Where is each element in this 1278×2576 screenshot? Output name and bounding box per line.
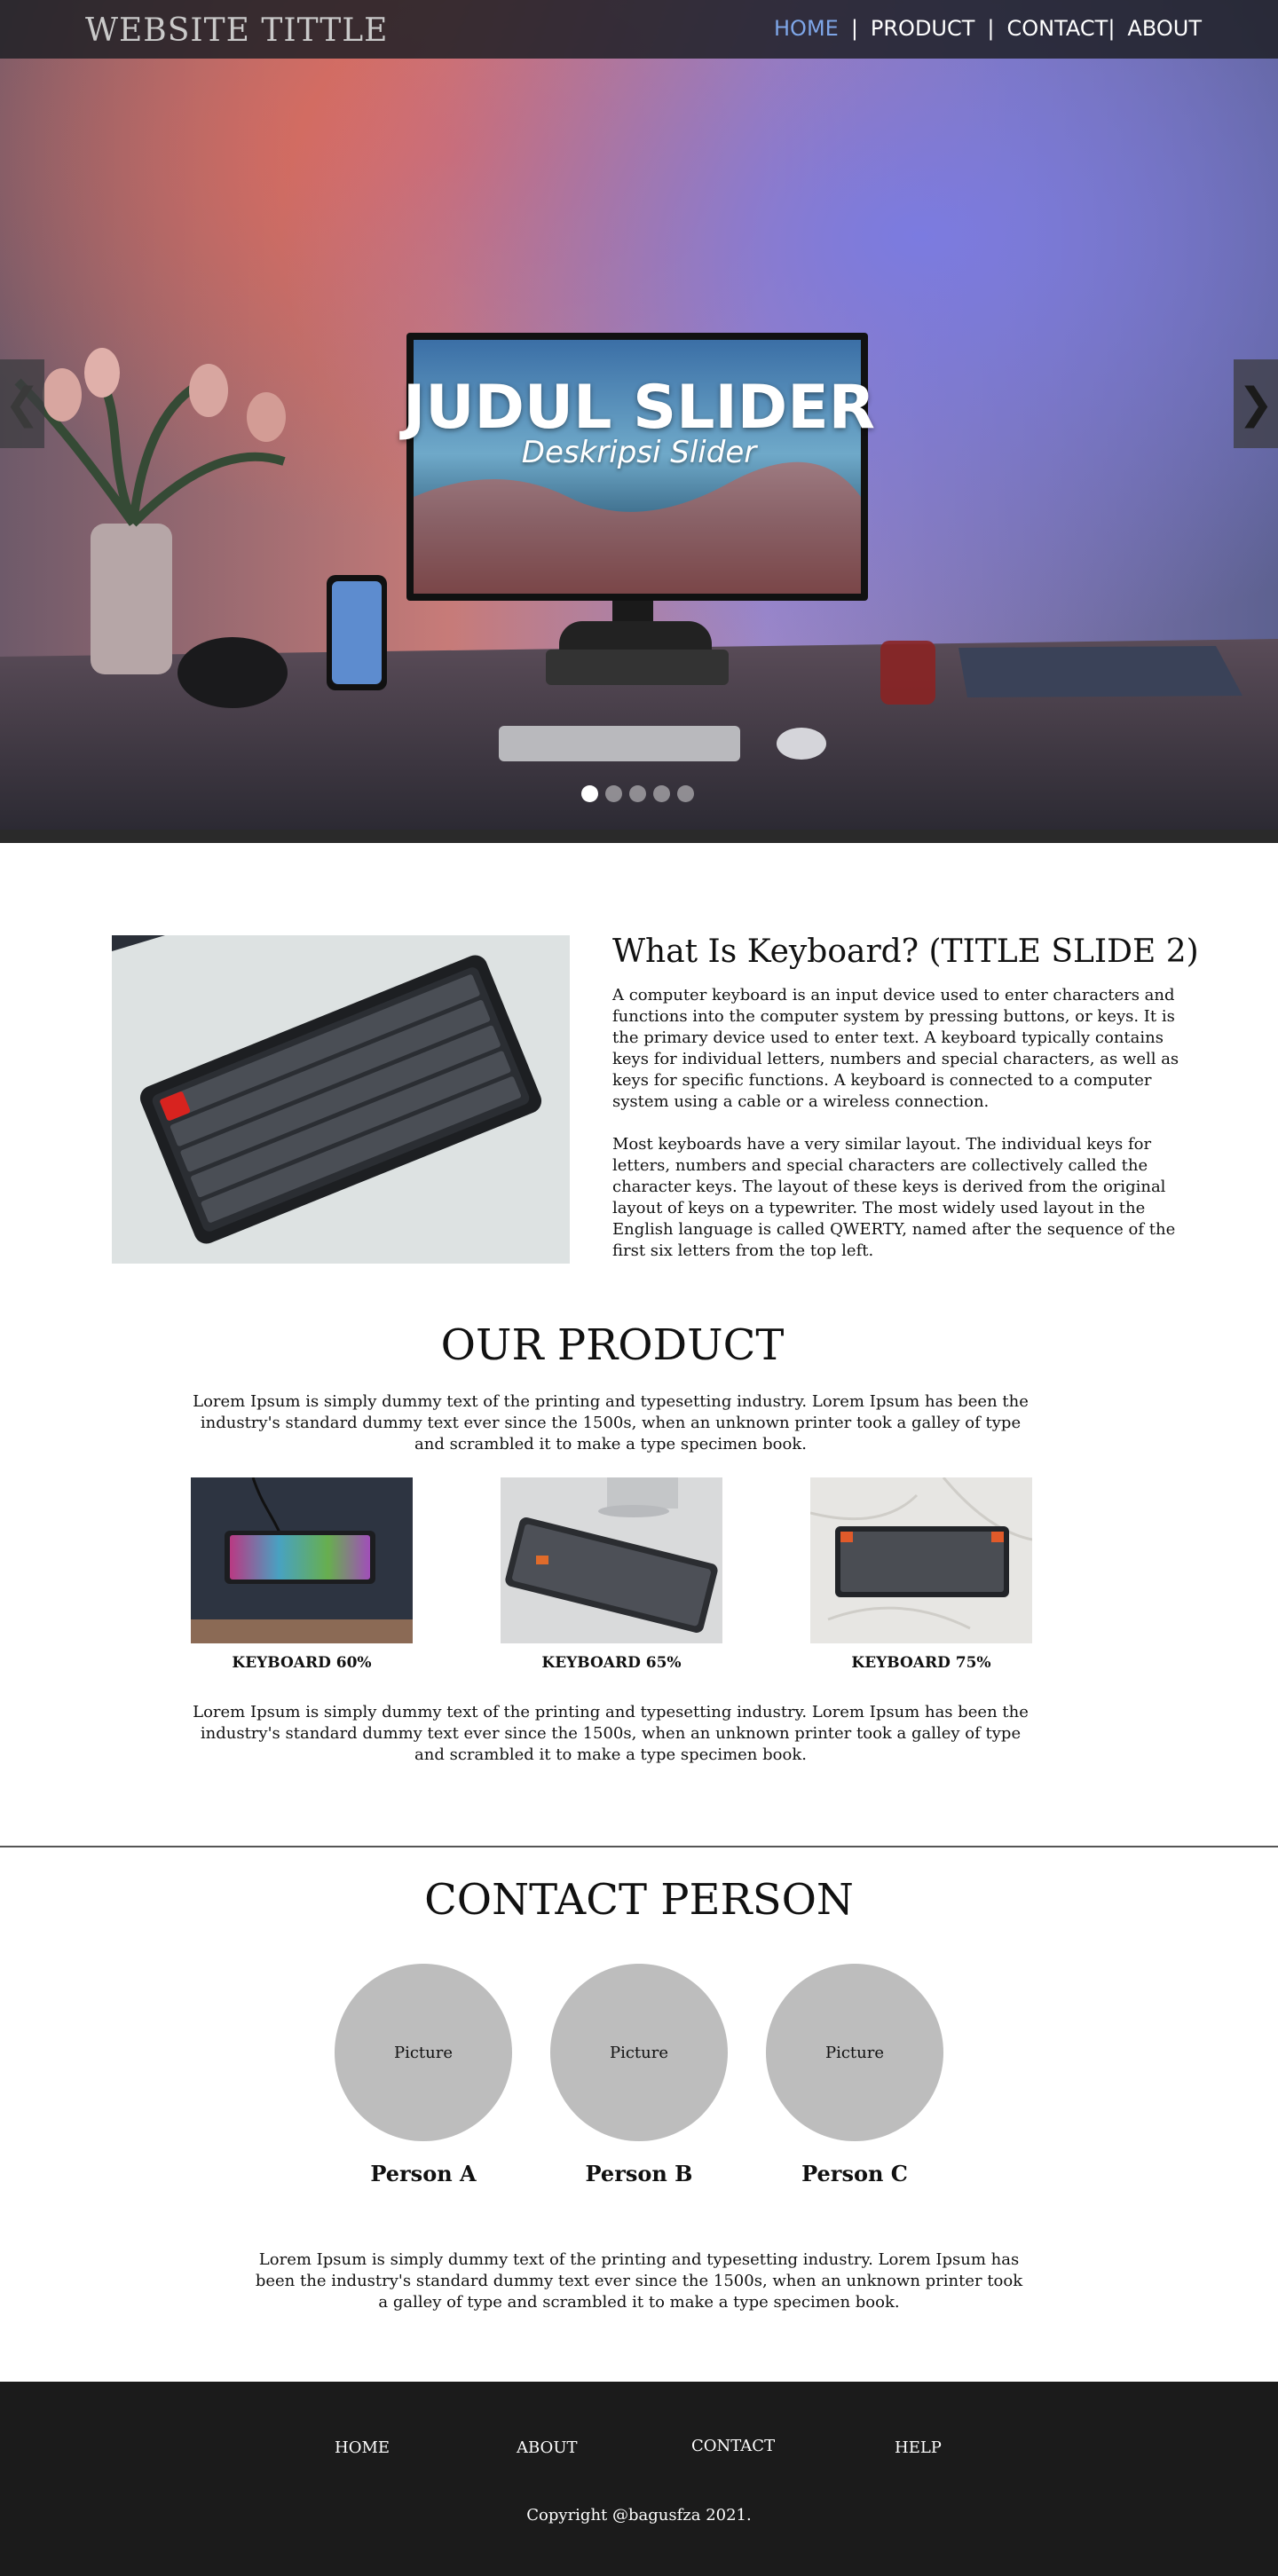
contact-person[interactable]: Picture Person C [766,1964,943,2186]
avatar: Picture [335,1964,512,2141]
product-outro-text: Lorem Ipsum is simply dummy text of the … [193,1703,1029,1764]
product-card[interactable]: KEYBOARD 60% [191,1477,413,1672]
person-name: Person B [585,2161,693,2186]
footer-link-contact[interactable]: CONTACT [691,2437,775,2455]
nav-separator: | [850,16,858,41]
copyright-text: Copyright @bagusfza 2021. [526,2506,752,2525]
nav-link-contact[interactable]: CONTACT [1007,16,1108,41]
footer: HOME ABOUT CONTACT HELP Copyright @bagus… [0,2382,1278,2576]
avatar-label: Picture [393,2043,454,2062]
about-paragraph: A computer keyboard is an input device u… [612,986,1179,1111]
hero-bottom-bar [0,830,1278,843]
section-divider [0,1846,1278,1847]
nav-link-about[interactable]: ABOUT [1127,16,1202,41]
slide-description: Deskripsi Slider [521,435,757,470]
contact-person[interactable]: Picture Person B [550,1964,728,2186]
product-image [501,1477,722,1643]
slider-dot[interactable] [653,785,670,802]
avatar: Picture [766,1964,943,2141]
contact-person[interactable]: Picture Person A [335,1964,512,2186]
nav-separator: | [1108,16,1116,41]
product-card[interactable]: KEYBOARD 65% [501,1477,722,1672]
keyboard-photo [112,935,570,1264]
slide-title: JUDUL SLIDER [402,373,876,443]
avatar-label: Picture [824,2043,885,2062]
product-card[interactable]: KEYBOARD 75% [810,1477,1032,1672]
slider-dots [581,785,694,802]
product-name: KEYBOARD 60% [232,1654,372,1672]
about-title: What Is Keyboard? (TITLE SLIDE 2) [612,934,1199,970]
footer-link-home[interactable]: HOME [335,2438,390,2457]
avatar-label: Picture [609,2043,669,2062]
footer-link-help[interactable]: HELP [895,2438,942,2457]
hero-slider: WEBSITE TITTLE HOME | PRODUCT | CONTACT … [0,0,1278,843]
slider-dot[interactable] [605,785,622,802]
product-intro-text: Lorem Ipsum is simply dummy text of the … [193,1392,1029,1453]
product-name: KEYBOARD 65% [541,1654,682,1672]
nav-link-product[interactable]: PRODUCT [871,16,975,41]
product-heading: OUR PRODUCT [440,1320,785,1370]
contact-heading: CONTACT PERSON [424,1875,854,1925]
footer-link-about[interactable]: ABOUT [517,2438,578,2457]
contact-text: Lorem Ipsum is simply dummy text of the … [255,2250,1023,2312]
product-image [810,1477,1032,1643]
product-image [191,1477,413,1643]
main-nav: HOME | PRODUCT | CONTACT | ABOUT [774,16,1202,41]
slider-dot[interactable] [629,785,646,802]
person-name: Person A [370,2161,477,2186]
avatar: Picture [550,1964,728,2141]
person-name: Person C [801,2161,908,2186]
nav-separator: | [987,16,995,41]
top-navbar: WEBSITE TITTLE HOME | PRODUCT | CONTACT … [0,0,1278,59]
slider-dot[interactable] [677,785,694,802]
about-paragraph: Most keyboards have a very similar layou… [612,1135,1176,1260]
product-name: KEYBOARD 75% [851,1654,991,1672]
slider-dot[interactable] [581,785,598,802]
site-title[interactable]: WEBSITE TITTLE [85,12,388,49]
nav-link-home[interactable]: HOME [774,16,839,41]
